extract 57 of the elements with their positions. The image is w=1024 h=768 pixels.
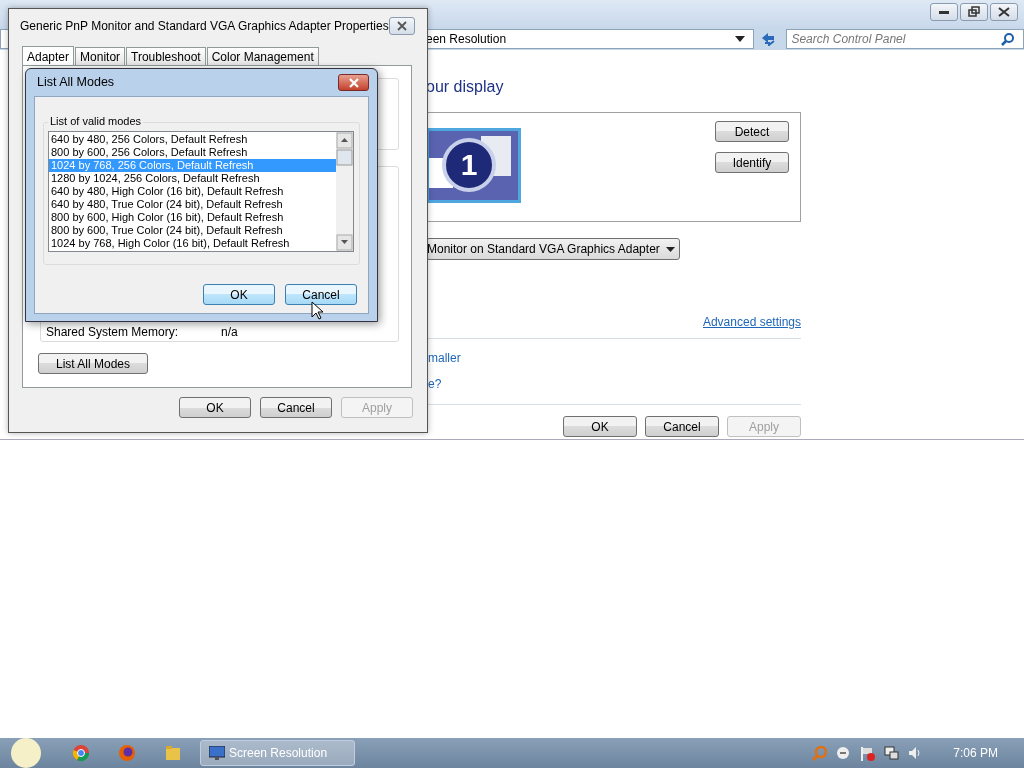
dialog-title: List All Modes xyxy=(37,74,115,92)
close-button[interactable] xyxy=(338,74,369,91)
display-button[interactable]: Detect xyxy=(715,121,789,142)
search-icon[interactable] xyxy=(1001,32,1016,46)
close-icon xyxy=(996,5,1012,19)
help-link[interactable]: e? xyxy=(428,375,442,393)
info-label: Shared System Memory: xyxy=(46,324,180,341)
search-box[interactable]: Search Control Panel xyxy=(786,29,1024,49)
info-value: n/a xyxy=(221,324,238,341)
network-icon[interactable] xyxy=(883,745,900,761)
tab[interactable]: Color Management xyxy=(206,47,319,65)
list-all-modes-button[interactable]: List All Modes xyxy=(38,353,148,374)
modes-list[interactable] xyxy=(48,131,354,252)
dropdown-arrow-icon[interactable] xyxy=(735,36,746,42)
dropdown-value: Monitor on Standard VGA Graphics Adapter xyxy=(427,241,660,258)
dialog-button[interactable]: OK xyxy=(563,416,637,437)
close-button[interactable] xyxy=(990,3,1018,21)
display-dropdown[interactable]: Monitor on Standard VGA Graphics Adapter xyxy=(426,238,680,260)
group-label: List of valid modes xyxy=(48,114,144,128)
tab[interactable]: Monitor xyxy=(75,47,126,65)
start-button[interactable] xyxy=(8,738,42,768)
restore-button[interactable] xyxy=(960,3,988,21)
help-link[interactable]: maller xyxy=(428,349,461,367)
tab[interactable]: Adapter xyxy=(22,46,75,66)
dialog-button[interactable]: Cancel xyxy=(260,397,332,418)
flag-icon[interactable] xyxy=(859,745,876,761)
list-item[interactable]: 640 by 480, 256 Colors, Default Refresh xyxy=(49,133,336,146)
dialog-title: Generic PnP Monitor and Standard VGA Graphics Adapter Properties xyxy=(20,18,389,35)
dialog-button[interactable]: OK xyxy=(203,284,275,305)
dropdown-arrow-icon[interactable] xyxy=(665,246,675,252)
monitor-icon xyxy=(209,746,225,760)
firefox-icon[interactable] xyxy=(118,744,136,762)
close-icon xyxy=(396,21,408,31)
chrome-icon[interactable] xyxy=(72,744,90,762)
restore-icon xyxy=(966,5,982,19)
list-item[interactable]: 800 by 600, True Color (24 bit), Default Refresh xyxy=(49,224,336,237)
list-item[interactable]: 640 by 480, True Color (24 bit), Default Refresh xyxy=(49,198,336,211)
list-item[interactable]: 1280 by 1024, 256 Colors, Default Refresh xyxy=(49,172,336,185)
minimize-button[interactable] xyxy=(930,3,958,21)
close-button[interactable] xyxy=(389,17,415,35)
scrollbar[interactable] xyxy=(336,132,353,251)
refresh-icon[interactable] xyxy=(760,32,777,46)
dialog-button[interactable]: Cancel xyxy=(645,416,719,437)
taskbar-button-label: Screen Resolution xyxy=(229,745,328,762)
dialog-button[interactable]: OK xyxy=(179,397,251,418)
list-item[interactable]: 640 by 480, High Color (16 bit), Default Refresh xyxy=(49,185,336,198)
dialog-button[interactable]: Cancel xyxy=(285,284,357,305)
list-item[interactable]: 800 by 600, 256 Colors, Default Refresh xyxy=(49,146,336,159)
cursor-icon xyxy=(311,301,323,320)
list-item[interactable]: 1024 by 768, High Color (16 bit), Default Refresh xyxy=(49,237,336,250)
tab[interactable]: Troubleshoot xyxy=(126,47,206,65)
list-item[interactable]: 800 by 600, High Color (16 bit), Default Refresh xyxy=(49,211,336,224)
display-button[interactable]: Identify xyxy=(715,152,789,173)
monitor-drawing[interactable]: 1 xyxy=(426,128,521,203)
advanced-settings-link[interactable]: Advanced settings xyxy=(702,313,801,331)
close-icon xyxy=(347,77,360,88)
status-icon[interactable] xyxy=(835,745,852,761)
